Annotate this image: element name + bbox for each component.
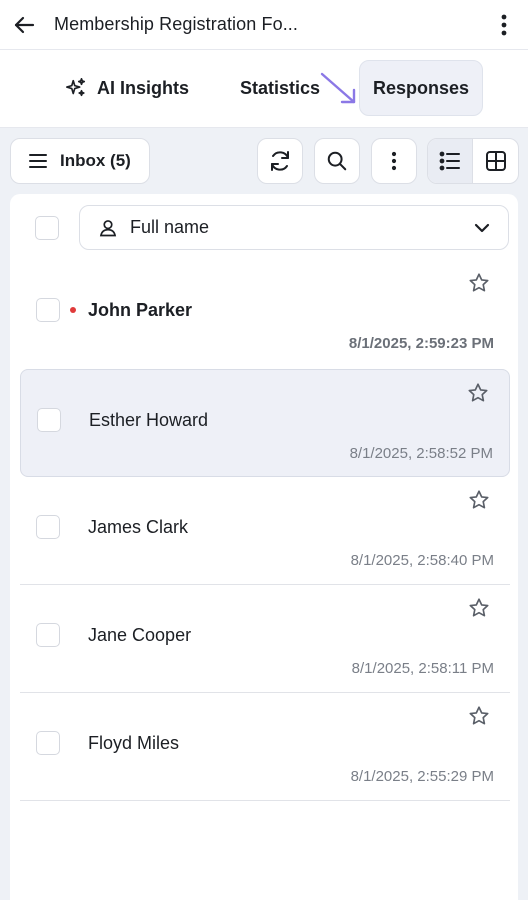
unread-indicator xyxy=(70,307,76,313)
user-icon xyxy=(98,218,118,238)
tab-bar: AI Insights Statistics Responses xyxy=(0,50,528,128)
tab-ai-insights-label: AI Insights xyxy=(96,77,189,98)
chevron-down-icon xyxy=(474,223,490,233)
top-app-bar: Membership Registration Fo... xyxy=(0,0,528,50)
annotation-arrow-icon xyxy=(320,72,356,104)
view-toggle-group xyxy=(427,138,519,184)
list-view-icon xyxy=(439,151,460,171)
star-icon[interactable] xyxy=(468,489,490,511)
response-date: 8/1/2025, 2:55:29 PM xyxy=(350,768,494,785)
response-row[interactable]: Esther Howard 8/1/2025, 2:58:52 PM xyxy=(20,369,510,477)
inbox-label: Inbox (5) xyxy=(60,151,131,170)
tab-statistics-label: Statistics xyxy=(239,77,321,98)
select-all-checkbox[interactable] xyxy=(35,216,59,240)
star-icon[interactable] xyxy=(468,597,490,619)
respondent-name: Esther Howard xyxy=(89,410,209,430)
response-row[interactable]: Jane Cooper 8/1/2025, 2:58:11 PM xyxy=(20,585,510,693)
list-view-button[interactable] xyxy=(428,139,474,183)
grid-view-button[interactable] xyxy=(473,139,518,183)
refresh-button[interactable] xyxy=(257,138,303,184)
star-icon[interactable] xyxy=(467,382,489,404)
search-icon xyxy=(327,151,347,171)
row-checkbox[interactable] xyxy=(36,298,60,322)
respondent-name: John Parker xyxy=(88,300,193,320)
response-date: 8/1/2025, 2:58:52 PM xyxy=(349,445,493,462)
respondent-name: James Clark xyxy=(88,517,189,537)
grid-view-icon xyxy=(485,151,506,171)
responses-toolbar: Inbox (5) xyxy=(0,128,528,194)
response-row[interactable]: John Parker 8/1/2025, 2:59:23 PM xyxy=(20,260,510,368)
star-icon[interactable] xyxy=(468,705,490,727)
inbox-button[interactable]: Inbox (5) xyxy=(10,138,150,184)
more-vertical-icon xyxy=(391,151,397,171)
arrow-left-icon xyxy=(14,16,35,33)
back-button[interactable] xyxy=(0,0,48,50)
search-button[interactable] xyxy=(314,138,360,184)
row-checkbox[interactable] xyxy=(36,515,60,539)
response-date: 8/1/2025, 2:59:23 PM xyxy=(348,335,494,352)
more-options-button[interactable] xyxy=(480,0,528,50)
star-icon[interactable] xyxy=(468,272,490,294)
sparkles-icon xyxy=(65,77,87,99)
responses-panel: Full name John Parker 8/1/2025, 2:59:23 … xyxy=(10,194,518,900)
tab-ai-insights[interactable]: AI Insights xyxy=(60,60,194,116)
hamburger-icon xyxy=(29,154,47,168)
more-vertical-icon xyxy=(501,14,507,35)
tab-responses[interactable]: Responses xyxy=(359,60,483,116)
form-title: Membership Registration Fo... xyxy=(54,14,298,34)
field-select-dropdown[interactable]: Full name xyxy=(79,205,509,250)
row-checkbox[interactable] xyxy=(37,408,61,432)
response-date: 8/1/2025, 2:58:11 PM xyxy=(351,660,494,677)
tab-responses-label: Responses xyxy=(372,77,470,98)
response-date: 8/1/2025, 2:58:40 PM xyxy=(350,552,494,569)
row-checkbox[interactable] xyxy=(36,623,60,647)
refresh-icon xyxy=(271,151,289,171)
more-actions-button[interactable] xyxy=(371,138,417,184)
field-select-label: Full name xyxy=(130,217,210,237)
response-row[interactable]: James Clark 8/1/2025, 2:58:40 PM xyxy=(20,477,510,585)
respondent-name: Jane Cooper xyxy=(88,625,192,645)
row-checkbox[interactable] xyxy=(36,731,60,755)
response-row[interactable]: Floyd Miles 8/1/2025, 2:55:29 PM xyxy=(20,693,510,801)
respondent-name: Floyd Miles xyxy=(88,733,180,753)
